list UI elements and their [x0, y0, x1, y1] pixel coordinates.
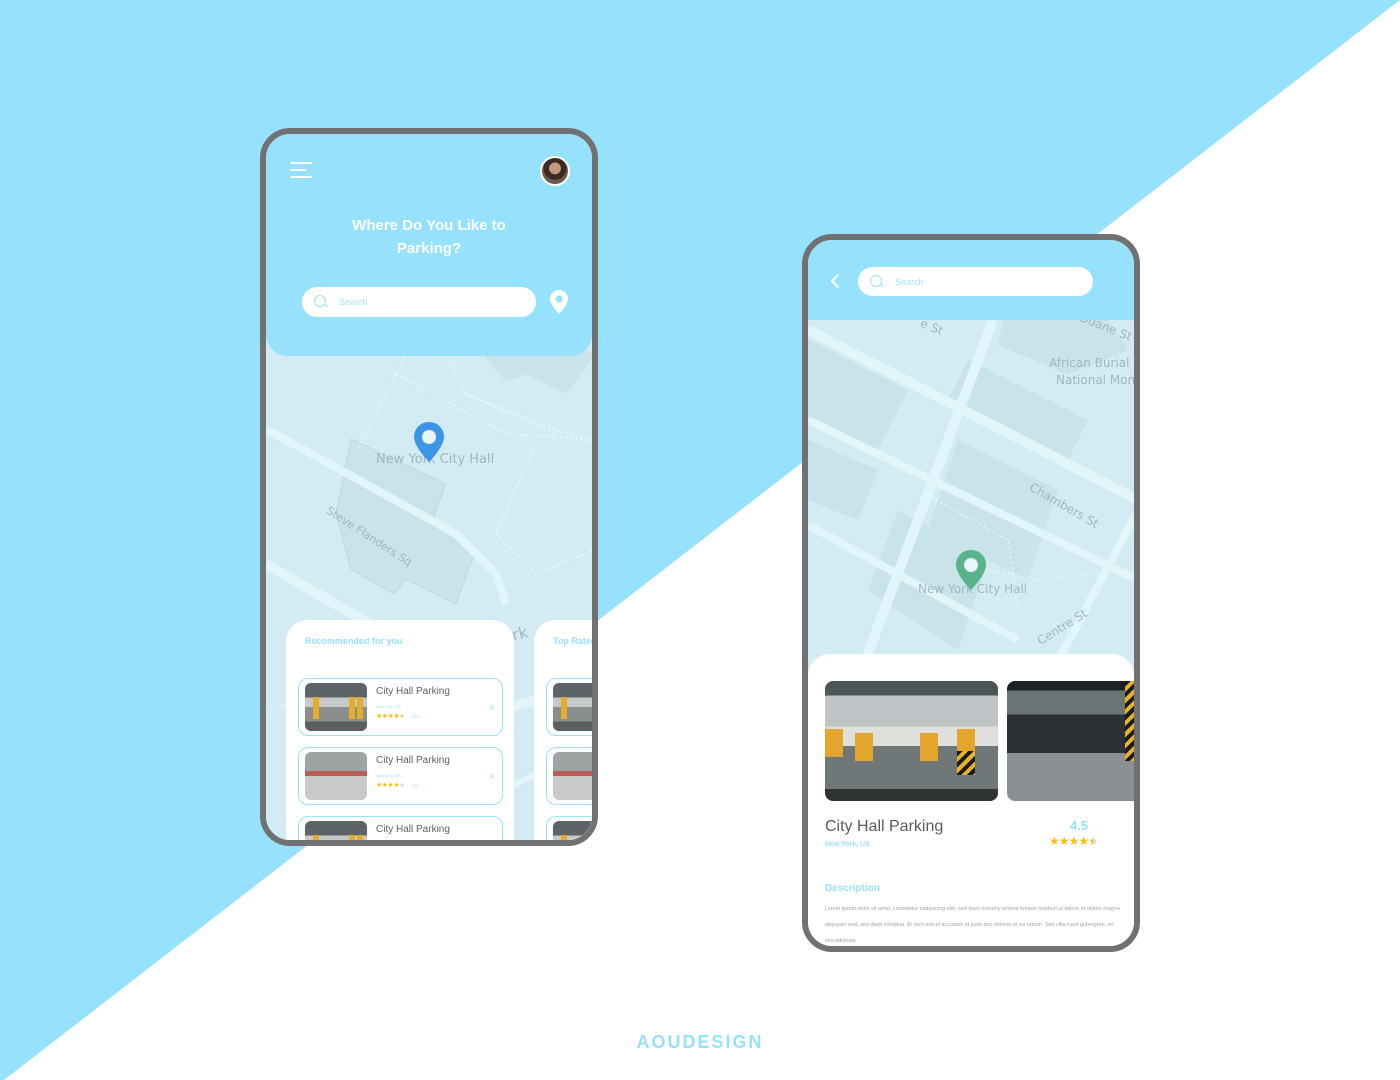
title-line-1: Where Do You Like to [352, 217, 506, 234]
section-title: Top Rated [553, 636, 597, 646]
phone-home-screen: New York City Hall Steve Flanders Sq rk … [260, 128, 598, 846]
search-placeholder: Search [895, 276, 924, 287]
parking-thumbnail [305, 752, 367, 800]
rating-stars: ★★★★★ [1049, 834, 1099, 848]
description-text: Lorem ipsum dolor sit amet, consetetur s… [825, 906, 1120, 944]
background-accent [0, 0, 1400, 1080]
rating-stars: ★★★★★ [376, 782, 405, 789]
parking-thumbnail [553, 752, 592, 800]
title-line-2: Parking? [396, 240, 462, 257]
brand-logo: AOUDESIGN [636, 1032, 764, 1052]
detail-map[interactable]: Duane St African Burial National Mon Cha… [808, 320, 1134, 680]
list-item[interactable]: City Hall Parking New York, US ★★★★★ 435… [298, 747, 503, 805]
parking-name: City Hall Parking [376, 824, 450, 835]
parking-name: City Hall Parking [376, 686, 450, 697]
chevron-left-icon[interactable] [828, 273, 842, 289]
rating-stars: ★★★★★ [376, 713, 405, 720]
parking-thumbnail [553, 683, 592, 731]
list-item[interactable] [546, 816, 592, 840]
parking-photo[interactable] [1007, 681, 1134, 801]
search-icon [870, 274, 884, 289]
parking-name: City Hall Parking [376, 755, 450, 766]
search-input[interactable]: Search [302, 287, 536, 317]
parking-thumbnail [553, 821, 592, 840]
parking-photo[interactable] [825, 681, 998, 801]
parking-location: New York, US [825, 841, 870, 848]
location-pin-icon[interactable] [548, 289, 570, 315]
hamburger-icon[interactable] [290, 162, 314, 180]
list-item[interactable]: City Hall Parking [298, 816, 503, 840]
home-header: Where Do You Like to Parking? Search [266, 134, 592, 356]
recommended-panel: Recommended for you City Hall Parking Ne… [286, 620, 514, 840]
user-avatar[interactable] [540, 156, 570, 186]
chevron-right-icon[interactable]: › [490, 768, 494, 783]
parking-thumbnail [305, 683, 367, 731]
description-heading: Description [825, 883, 881, 894]
top-rated-panel: Top Rated [534, 620, 597, 840]
search-input[interactable]: Search [858, 267, 1093, 296]
rating-value: 4.5 [1070, 818, 1089, 833]
chevron-right-icon[interactable]: › [490, 699, 494, 714]
map-pin-icon[interactable] [954, 548, 988, 592]
list-item[interactable] [546, 747, 592, 805]
phone-detail-screen: Search Duane St African Burial National … [802, 234, 1140, 952]
review-count: 328 [412, 714, 419, 719]
parking-location: New York, US [376, 704, 401, 709]
parking-thumbnail [305, 821, 367, 840]
search-placeholder: Search [339, 297, 368, 307]
map-label: African Burial [1049, 356, 1130, 370]
parking-detail-sheet: City Hall Parking New York, US 4.5 ★★★★★… [808, 654, 1134, 946]
list-item[interactable]: City Hall Parking New York, US ★★★★★ 328… [298, 678, 503, 736]
review-count: 435 [412, 783, 419, 788]
section-title: Recommended for you [305, 636, 403, 646]
search-icon [314, 295, 328, 309]
parking-location: New York, US [376, 773, 401, 778]
detail-header: Search [808, 240, 1134, 320]
page-title: Where Do You Like to Parking? [266, 214, 592, 260]
parking-name: City Hall Parking [825, 818, 944, 835]
list-item[interactable] [546, 678, 592, 736]
map-label: National Mon [1056, 373, 1134, 387]
map-pin-icon[interactable] [412, 420, 446, 464]
